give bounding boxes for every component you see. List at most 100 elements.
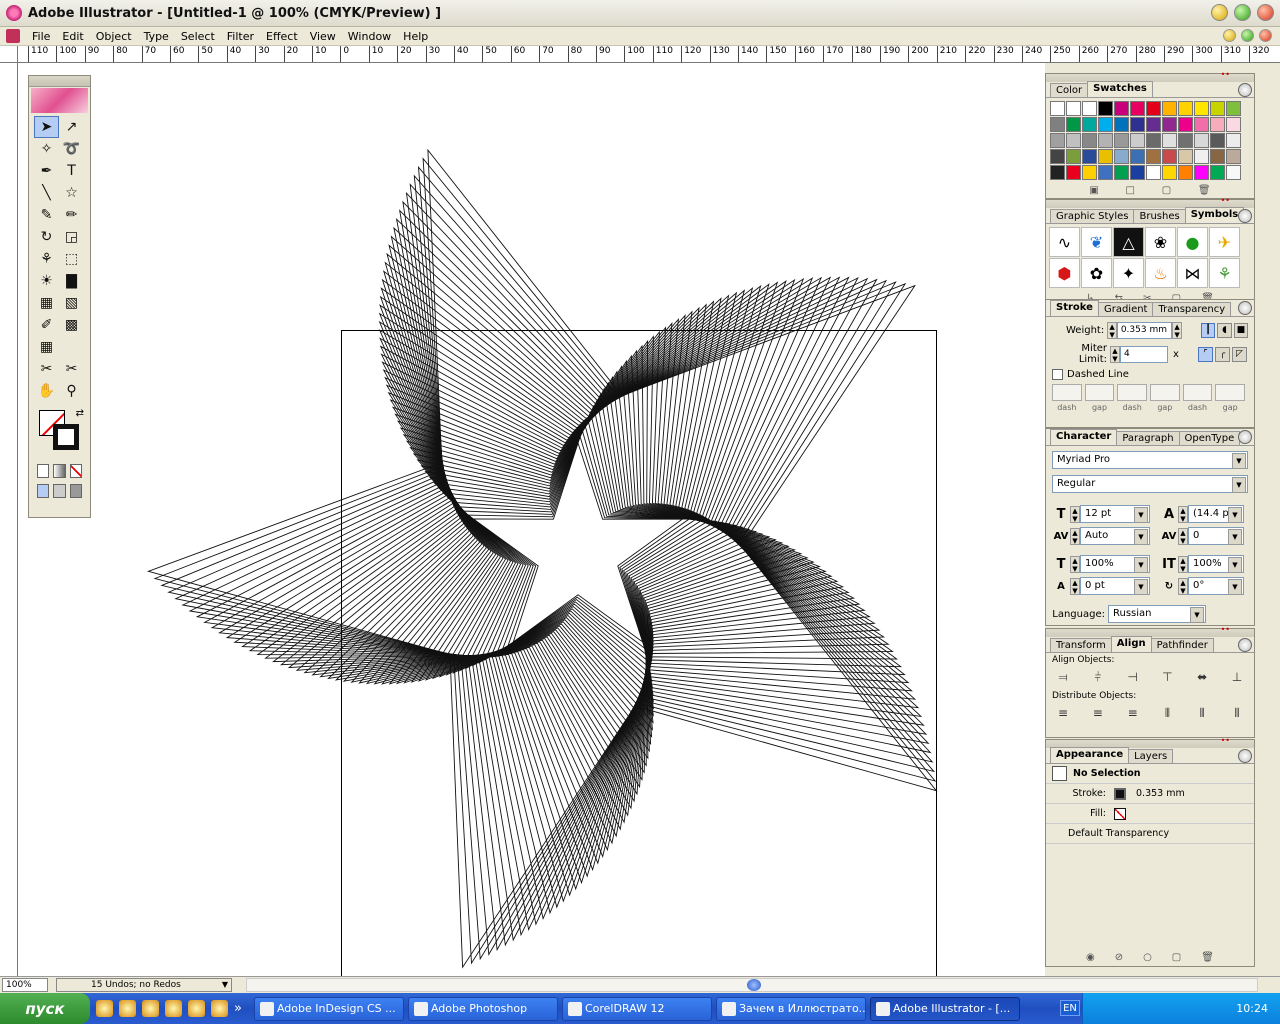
color-swatch[interactable] — [1130, 101, 1145, 116]
color-swatch[interactable] — [1130, 133, 1145, 148]
weight-field[interactable]: 0.353 mm — [1116, 322, 1173, 339]
language-select[interactable]: Russian — [1108, 605, 1206, 623]
star-outline-path[interactable] — [248, 270, 903, 897]
reduce-basic-icon[interactable]: ○ — [1143, 952, 1152, 963]
horizontal-scale-stepper[interactable]: ▲ ▼ — [1070, 555, 1080, 573]
distribute-bottom-icon[interactable]: ≡ — [1124, 706, 1142, 722]
apple-symbol-icon[interactable]: ● — [1177, 227, 1208, 257]
appearance-selection-row[interactable]: No Selection — [1046, 764, 1254, 784]
character-rotation-stepper[interactable]: ▲ ▼ — [1178, 577, 1188, 595]
kerning-stepper[interactable]: ▲ ▼ — [1070, 527, 1080, 545]
distribute-left-icon[interactable]: ⫴ — [1158, 706, 1176, 722]
color-swatch[interactable] — [1162, 149, 1177, 164]
panel-menu-icon[interactable] — [1238, 638, 1252, 652]
color-swatch[interactable] — [1082, 149, 1097, 164]
color-swatch[interactable] — [1162, 117, 1177, 132]
menu-help[interactable]: Help — [397, 30, 434, 43]
color-swatch[interactable] — [1066, 149, 1081, 164]
duplicate-item-icon[interactable]: ▢ — [1172, 952, 1181, 963]
panel-menu-icon[interactable] — [1238, 749, 1252, 763]
color-swatch[interactable] — [1146, 133, 1161, 148]
menu-filter[interactable]: Filter — [221, 30, 260, 43]
color-swatch[interactable] — [1226, 117, 1241, 132]
flower-symbol-icon[interactable]: ✦ — [1113, 258, 1144, 288]
gradient-mode-button[interactable] — [53, 464, 66, 478]
opera-icon[interactable] — [165, 1000, 182, 1017]
tab-swatches[interactable]: Swatches — [1087, 81, 1153, 97]
align-horizontal-center-icon[interactable]: ⫩ — [1089, 670, 1107, 686]
triangle-symbol-icon[interactable]: △ — [1113, 227, 1144, 257]
tab-gradient[interactable]: Gradient — [1097, 302, 1154, 316]
color-swatch[interactable] — [1130, 117, 1145, 132]
color-swatch[interactable] — [1178, 133, 1193, 148]
star-outline-path[interactable] — [181, 191, 930, 947]
full-screen-mode-button[interactable] — [69, 484, 82, 498]
color-swatch[interactable] — [1178, 117, 1193, 132]
color-swatch[interactable] — [1194, 165, 1209, 180]
color-swatch[interactable] — [1226, 149, 1241, 164]
font-size-field[interactable]: 12 pt — [1080, 505, 1150, 523]
color-swatch[interactable] — [1146, 149, 1161, 164]
color-swatch[interactable] — [1178, 165, 1193, 180]
dash-field-2[interactable] — [1117, 384, 1148, 401]
color-swatch[interactable] — [1082, 133, 1097, 148]
close-button[interactable] — [1257, 4, 1274, 21]
color-swatch[interactable] — [1146, 165, 1161, 180]
menu-window[interactable]: Window — [342, 30, 397, 43]
color-swatch[interactable] — [1146, 117, 1161, 132]
color-swatch[interactable] — [1082, 117, 1097, 132]
color-swatch[interactable] — [1114, 133, 1129, 148]
tab-symbols[interactable]: Symbols — [1184, 207, 1245, 223]
eyedropper-tool-icon[interactable]: ✐ — [34, 314, 59, 336]
illustrator-app-icon[interactable] — [6, 5, 22, 21]
tab-character[interactable]: Character — [1050, 429, 1118, 445]
align-vertical-center-icon[interactable]: ⬌ — [1193, 670, 1211, 686]
tab-layers[interactable]: Layers — [1128, 749, 1174, 763]
distribute-right-icon[interactable]: ⫴ — [1228, 706, 1246, 722]
horizontal-scale-field[interactable]: 100% — [1080, 555, 1150, 573]
delete-swatch-icon[interactable]: 🗑 — [1198, 185, 1211, 196]
horizontal-ruler[interactable]: 110 100 90 80 70 60 50 40 30 20 10 0 10 20 30 40 50 60 70 8… — [18, 46, 1280, 63]
shield-symbol-icon[interactable]: ⬢ — [1049, 258, 1080, 288]
dash-field-3[interactable] — [1182, 384, 1213, 401]
doc-restore-button[interactable] — [1241, 29, 1254, 42]
align-top-icon[interactable]: ⊤ — [1158, 670, 1176, 686]
star-outline-path[interactable] — [287, 289, 881, 865]
show-kinds-icon[interactable]: ▣ — [1089, 185, 1098, 196]
color-swatch[interactable] — [1178, 101, 1193, 116]
tab-opentype[interactable]: OpenType — [1178, 431, 1241, 445]
weight-stepper[interactable]: ▲ ▼ — [1107, 322, 1117, 339]
color-swatch[interactable] — [1114, 101, 1129, 116]
color-swatch[interactable] — [1066, 101, 1081, 116]
color-swatch[interactable] — [1098, 117, 1113, 132]
appearance-transparency-row[interactable]: Default Transparency — [1046, 824, 1254, 844]
color-swatch[interactable] — [1162, 165, 1177, 180]
status-info[interactable]: 15 Undos; no Redos — [56, 978, 232, 992]
font-size-stepper[interactable]: ▲ ▼ — [1070, 505, 1080, 523]
miter-stepper[interactable]: ▲ ▼ — [1110, 345, 1120, 363]
distribute-horizontal-center-icon[interactable]: ⫴ — [1193, 706, 1211, 722]
color-swatch[interactable] — [1146, 101, 1161, 116]
clear-appearance-icon[interactable]: ⊘ — [1115, 952, 1123, 963]
messenger-icon[interactable] — [142, 1000, 159, 1017]
language-indicator[interactable]: EN — [1060, 1000, 1080, 1016]
twisted-star-artwork[interactable] — [18, 63, 1045, 976]
ie-icon[interactable] — [96, 1000, 113, 1017]
color-swatch[interactable] — [1050, 165, 1065, 180]
knife-tool-icon[interactable]: ✂ — [59, 358, 84, 380]
app-icon[interactable] — [188, 1000, 205, 1017]
color-swatch[interactable] — [1194, 101, 1209, 116]
star-tool-icon[interactable]: ☆ — [59, 182, 84, 204]
tab-graphic-styles[interactable]: Graphic Styles — [1050, 209, 1135, 223]
explorer-icon[interactable] — [119, 1000, 136, 1017]
tools-palette-grip[interactable] — [29, 76, 90, 87]
blend-tool-icon[interactable]: ▩ — [59, 314, 84, 336]
grapes-symbol-icon[interactable]: ❀ — [1145, 227, 1176, 257]
color-swatch[interactable] — [1066, 165, 1081, 180]
hand-tool-icon[interactable]: ✋ — [34, 380, 59, 402]
font-family-select[interactable]: Myriad Pro — [1052, 451, 1248, 469]
zoom-field[interactable]: 100% — [2, 978, 48, 992]
zoom-tool-icon[interactable]: ⚲ — [59, 380, 84, 402]
distribute-vertical-center-icon[interactable]: ≡ — [1089, 706, 1107, 722]
round-cap-button[interactable]: ◖ — [1217, 323, 1232, 338]
